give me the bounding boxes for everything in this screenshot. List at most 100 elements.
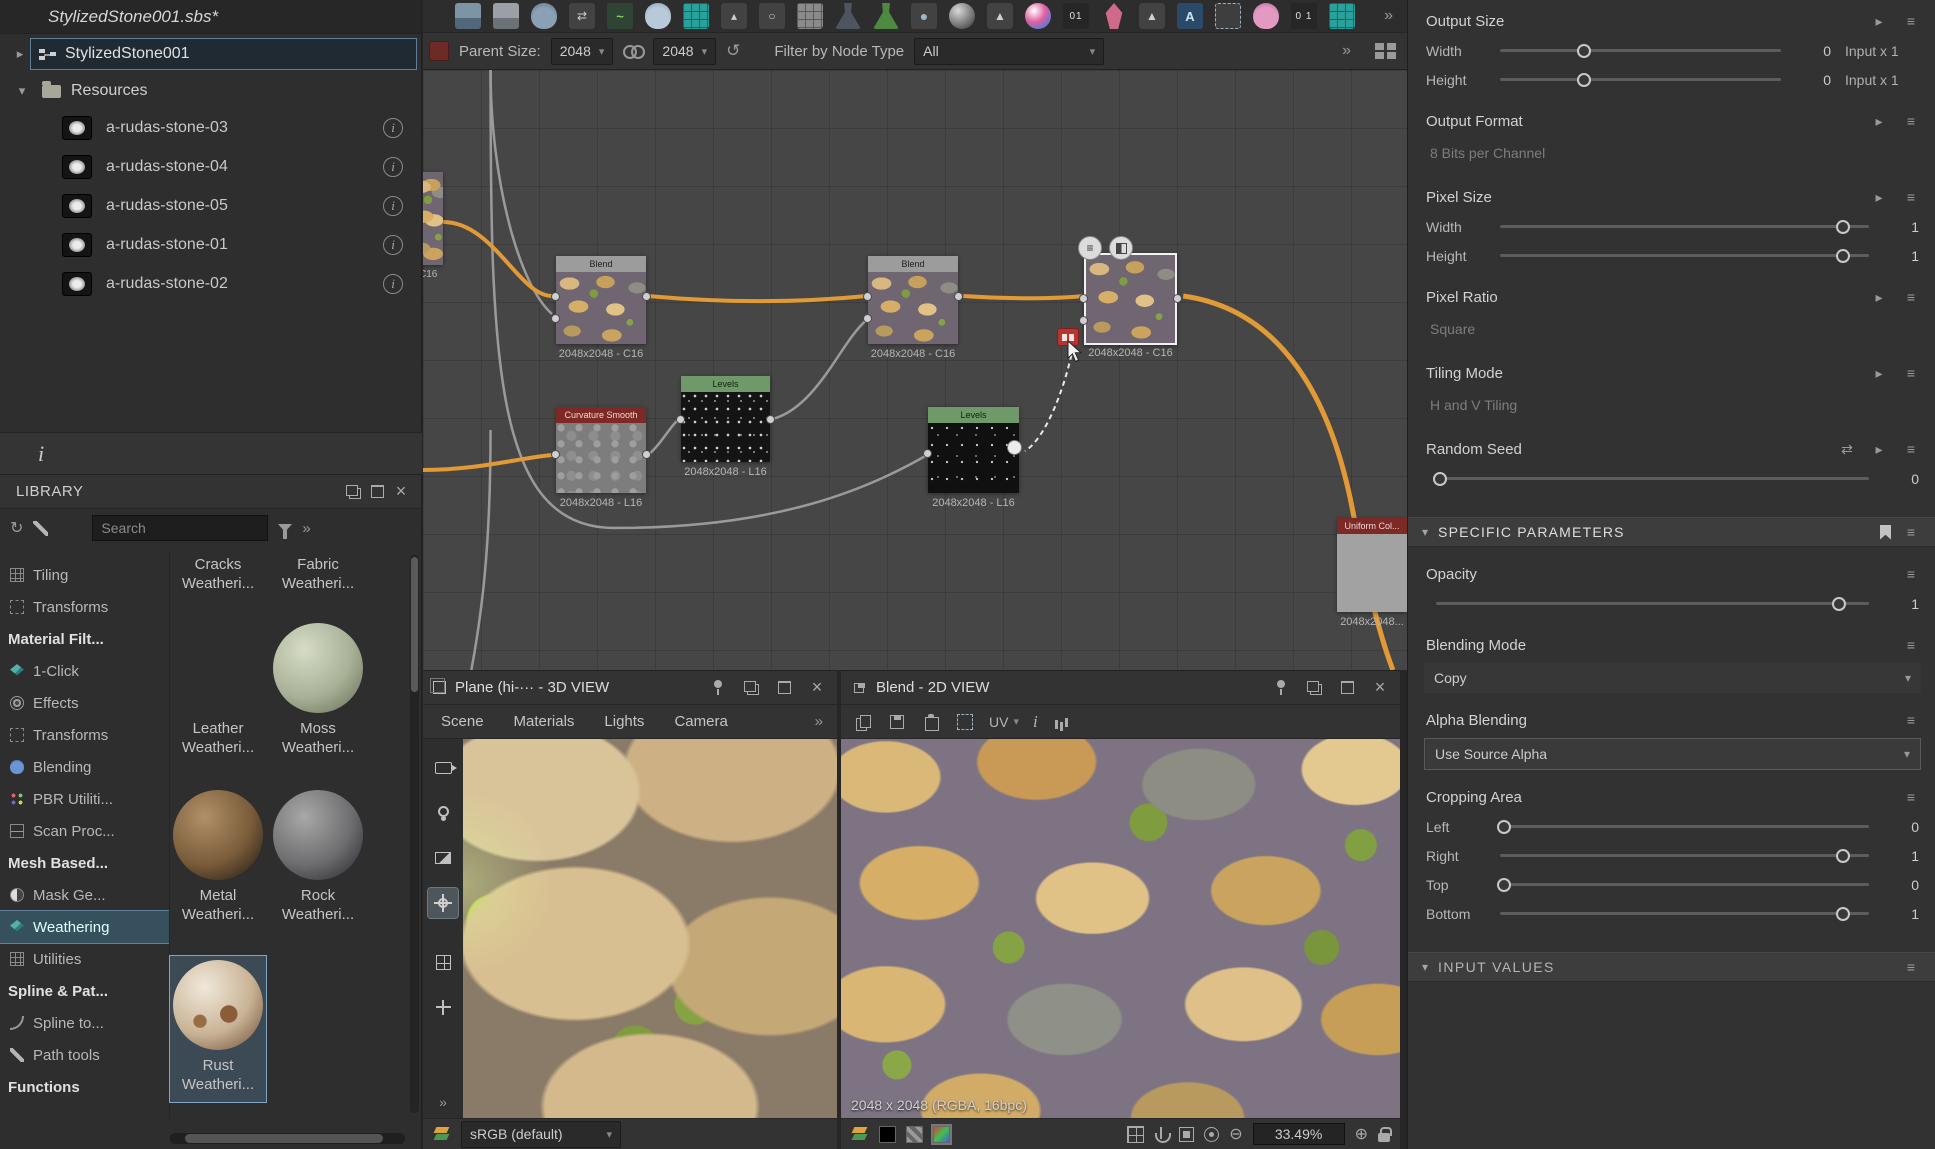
node-input-port[interactable]	[551, 450, 560, 459]
slider-handle[interactable]	[1836, 249, 1850, 263]
link-size-icon[interactable]	[623, 45, 643, 57]
menu-camera[interactable]: Camera	[674, 713, 727, 730]
menu-lights[interactable]: Lights	[604, 713, 644, 730]
node-input-port[interactable]	[1079, 316, 1088, 325]
graph-node-selected[interactable]: 2048x2048 - C16	[1084, 253, 1177, 345]
library-category[interactable]: Scan Proc...	[0, 815, 169, 847]
toolbar-overflow-icon[interactable]: »	[1384, 7, 1393, 25]
menu-scene[interactable]: Scene	[441, 713, 484, 730]
resources-folder[interactable]: ▾ Resources	[0, 74, 421, 108]
slider-track[interactable]	[1500, 912, 1869, 915]
slider-handle[interactable]	[1832, 597, 1846, 611]
graph-node-levels-1[interactable]: Levels 2048x2048 - L16	[681, 376, 770, 462]
node-input-port[interactable]	[551, 292, 560, 301]
graph-node-curvature-smooth[interactable]: Curvature Smooth 2048x2048 - L16	[556, 407, 646, 493]
slider-handle[interactable]	[1836, 220, 1850, 234]
info-icon[interactable]: i	[1033, 712, 1038, 732]
options-icon[interactable]: ≡	[1901, 365, 1921, 381]
expose-icon[interactable]: ▸	[1869, 441, 1889, 458]
library-category[interactable]: Blending	[0, 751, 169, 783]
info-icon[interactable]: i	[383, 196, 403, 216]
node-output-port[interactable]	[642, 292, 651, 301]
resource-item[interactable]: a-rudas-stone-03i	[0, 108, 421, 147]
value-processor-icon[interactable]: 0 1	[1291, 3, 1317, 29]
options-icon[interactable]: ≡	[1901, 637, 1921, 653]
slider-handle[interactable]	[1836, 907, 1850, 921]
library-item[interactable]: Fabric Weatheri...	[270, 555, 366, 593]
linked-graph-icon[interactable]	[1329, 3, 1355, 29]
collapse-chevron-icon[interactable]: ▾	[12, 83, 32, 99]
node-output-port[interactable]	[642, 450, 651, 459]
options-icon[interactable]: ≡	[1901, 13, 1921, 29]
save-image-icon[interactable]	[887, 712, 907, 732]
options-icon[interactable]: ≡	[1901, 959, 1921, 975]
gradient-map-icon[interactable]	[683, 3, 709, 29]
library-vertical-scrollbar[interactable]	[410, 555, 419, 1113]
library-category[interactable]: Material Filt...	[0, 623, 169, 655]
menu-materials[interactable]: Materials	[514, 713, 575, 730]
bitmap-icon[interactable]	[455, 3, 481, 29]
fx-map-icon[interactable]	[835, 3, 861, 29]
zoom-out-icon[interactable]: ⊖	[1229, 1124, 1242, 1144]
reset-size-icon[interactable]: ↺	[726, 41, 740, 61]
close-panel-icon[interactable]: ×	[389, 481, 413, 503]
tiling-preview-icon[interactable]	[1127, 1126, 1144, 1143]
library-category[interactable]: Path tools	[0, 1039, 169, 1071]
node-output-port[interactable]	[1173, 294, 1182, 303]
float-panel-icon[interactable]	[341, 481, 365, 503]
maximize-panel-icon[interactable]	[772, 677, 796, 699]
options-icon[interactable]: ≡	[1901, 566, 1921, 582]
options-icon[interactable]: ≡	[1901, 289, 1921, 305]
levels-icon[interactable]: ▴	[721, 3, 747, 29]
expose-icon[interactable]: ▸	[1869, 189, 1889, 206]
slider-handle[interactable]	[1836, 849, 1850, 863]
scrollbar-thumb[interactable]	[411, 557, 418, 692]
blend-icon[interactable]	[531, 3, 557, 29]
library-category[interactable]: Functions	[0, 1071, 169, 1103]
transform-2d-icon[interactable]	[1215, 3, 1241, 29]
uv-mode-dropdown[interactable]: UV▾	[989, 714, 1019, 730]
center-view-icon[interactable]	[1204, 1127, 1219, 1142]
texture-set-icon[interactable]	[428, 947, 458, 977]
library-item[interactable]: Moss Weatheri...	[270, 623, 366, 757]
fit-view-icon[interactable]	[1179, 1127, 1194, 1142]
search-box[interactable]	[92, 515, 268, 541]
slider-track[interactable]	[1500, 825, 1869, 828]
toolbar-overflow-icon[interactable]: »	[1342, 42, 1351, 60]
slider-track[interactable]	[1500, 49, 1781, 52]
library-category[interactable]: Mesh Based...	[0, 847, 169, 879]
background-checker-swatch[interactable]	[906, 1126, 923, 1143]
slider-handle[interactable]	[1433, 472, 1447, 486]
library-category[interactable]: Weathering	[0, 911, 169, 943]
zoom-level-value[interactable]: 33.49%	[1253, 1123, 1345, 1145]
search-input[interactable]	[101, 520, 259, 536]
node-output-port[interactable]	[954, 292, 963, 301]
expose-icon[interactable]: ▸	[1869, 365, 1889, 382]
node-filter-dropdown[interactable]: All▾	[914, 38, 1104, 65]
float-panel-icon[interactable]	[739, 677, 763, 699]
menu-overflow-icon[interactable]: »	[815, 713, 823, 730]
node-output-port[interactable]	[766, 415, 775, 424]
view-3d-viewport[interactable]	[463, 739, 837, 1118]
library-category[interactable]: Transforms	[0, 591, 169, 623]
text-icon[interactable]: A	[1177, 3, 1203, 29]
pixel-processor-icon[interactable]	[873, 3, 899, 29]
scrollbar-thumb[interactable]	[185, 1134, 383, 1143]
section-header[interactable]: ▾INPUT VALUES≡	[1408, 952, 1935, 982]
options-icon[interactable]: ≡	[1901, 789, 1921, 805]
resource-item[interactable]: a-rudas-stone-02i	[0, 264, 421, 303]
transform-gizmo-icon[interactable]	[428, 992, 458, 1022]
bookmark-icon[interactable]	[1880, 525, 1891, 540]
node-material-mode-button[interactable]	[1109, 236, 1133, 260]
parent-size-width-dropdown[interactable]: 2048▾	[551, 38, 614, 65]
resource-item[interactable]: a-rudas-stone-01i	[0, 225, 421, 264]
library-item[interactable]: Rock Weatheri...	[270, 790, 366, 924]
node-input-port[interactable]	[863, 314, 872, 323]
library-category[interactable]: Spline & Pat...	[0, 975, 169, 1007]
expose-icon[interactable]: ▸	[1869, 289, 1889, 306]
param-dropdown[interactable]: Use Source Alpha▾	[1424, 738, 1921, 770]
document-tab[interactable]: StylizedStone001.sbs*	[0, 0, 421, 34]
param-dropdown[interactable]: Copy▾	[1424, 663, 1921, 693]
filter-icon[interactable]	[278, 524, 292, 532]
expose-icon[interactable]: ▸	[1869, 113, 1889, 130]
